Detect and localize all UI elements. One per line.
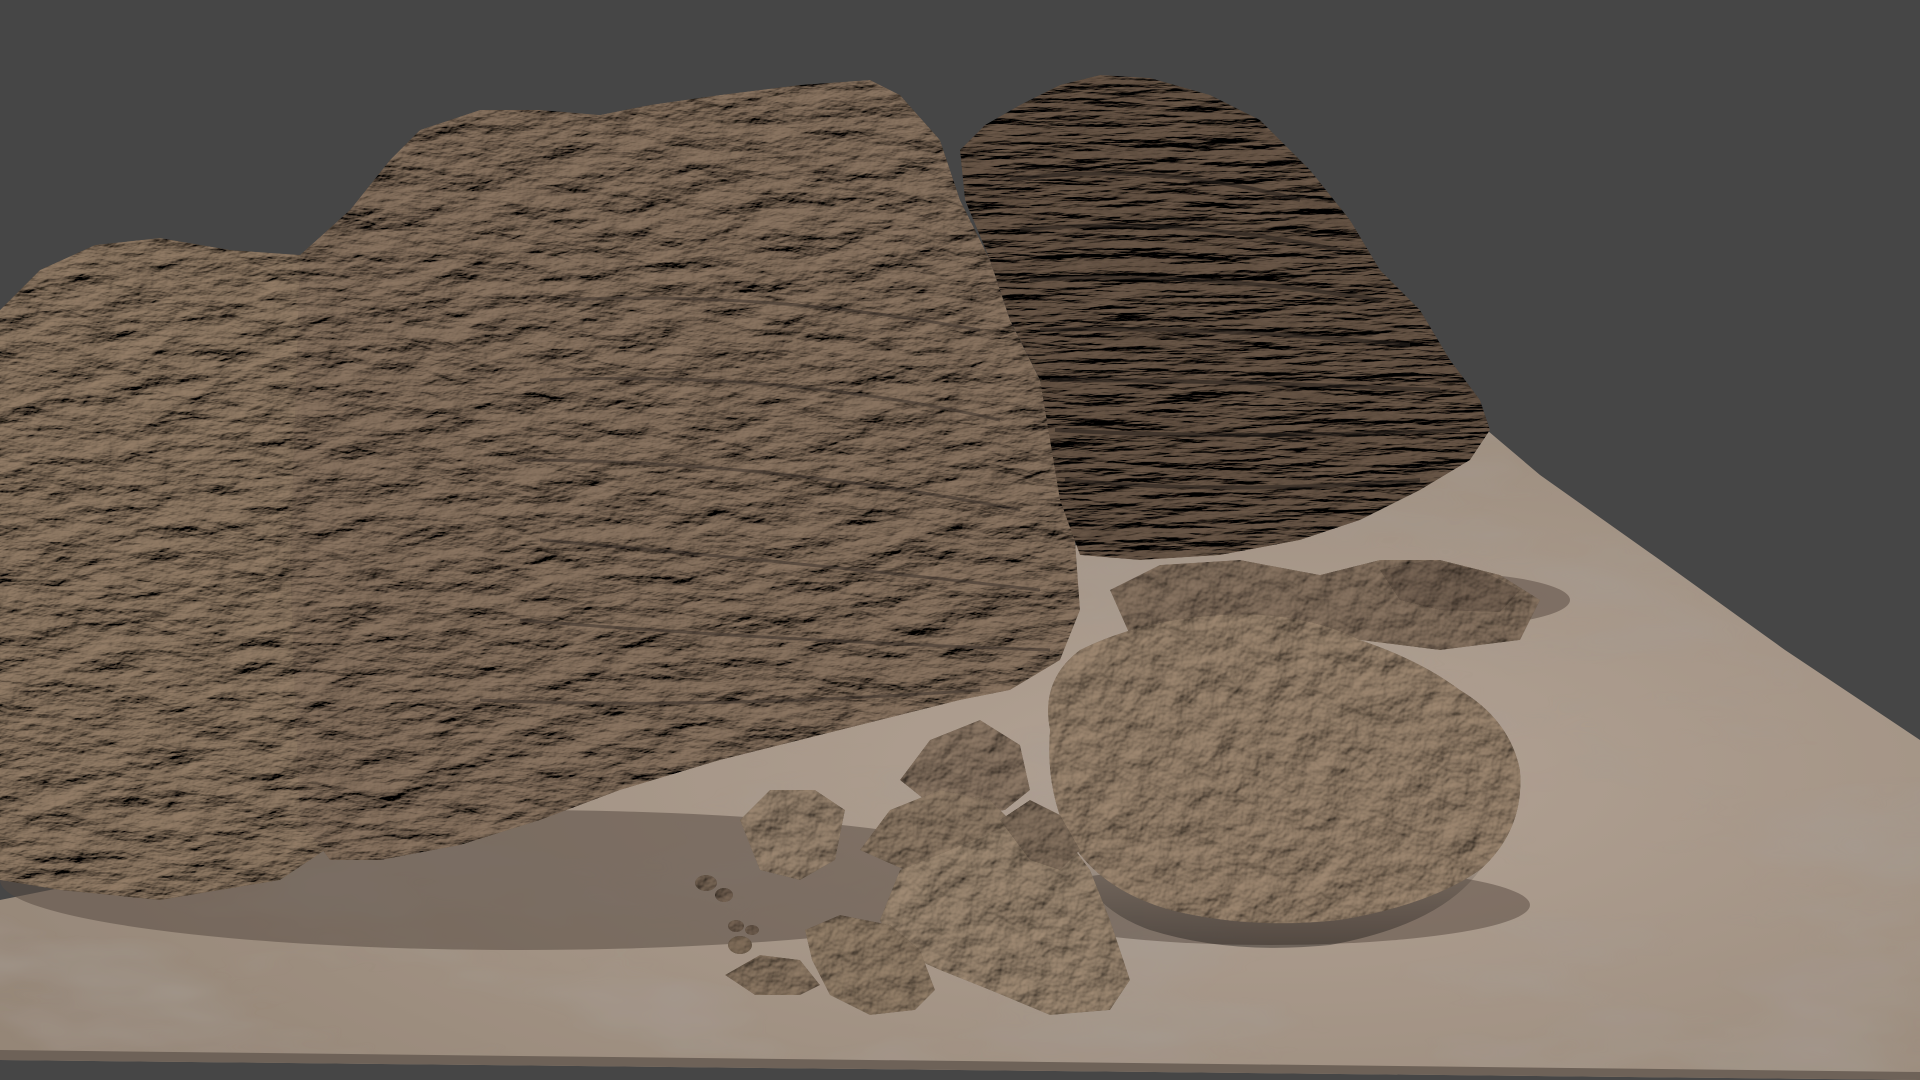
3d-viewport[interactable] <box>0 0 1920 1080</box>
rock-scene-render <box>0 75 1920 1080</box>
